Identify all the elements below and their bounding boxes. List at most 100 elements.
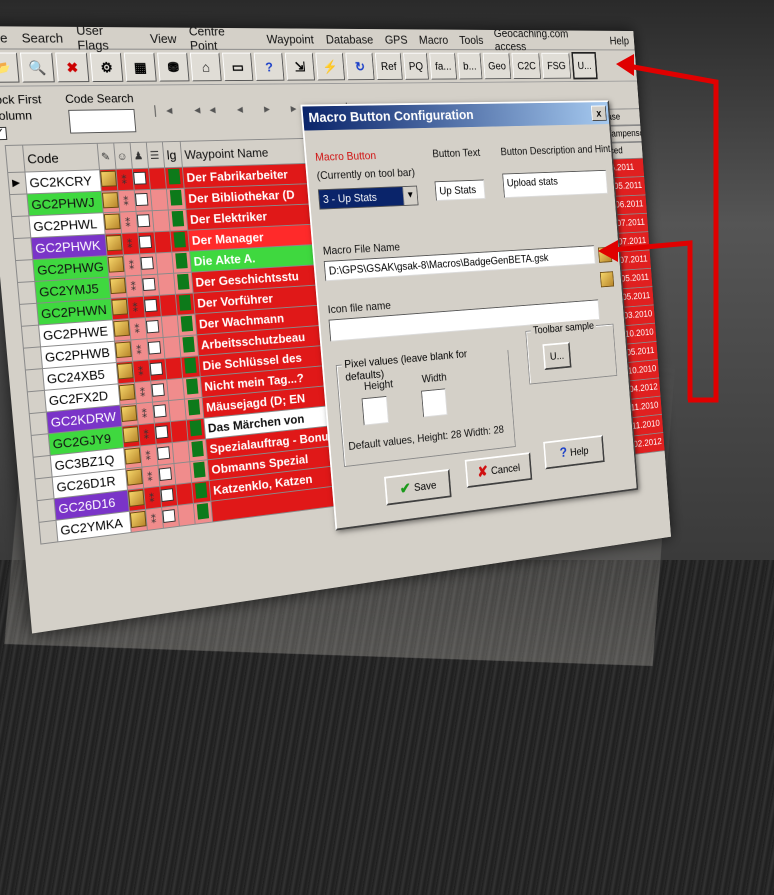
chevron-down-icon[interactable]: ▼	[402, 186, 418, 206]
cell-lg[interactable]	[191, 480, 211, 504]
toolbar-geo-button[interactable]: Geo	[482, 52, 512, 80]
cell-list[interactable]	[170, 420, 189, 443]
cell-list[interactable]	[164, 357, 183, 380]
menu-view[interactable]: View	[143, 31, 184, 46]
column-header-code[interactable]: Code	[22, 143, 100, 173]
width-field[interactable]	[421, 388, 448, 418]
cell-list[interactable]	[177, 503, 196, 527]
menu-waypoint[interactable]: Waypoint	[260, 32, 321, 46]
cell-lg[interactable]	[171, 251, 192, 274]
cell-list[interactable]	[166, 378, 185, 401]
toolbar-upstats-button[interactable]: U...	[571, 51, 598, 80]
cell-list[interactable]	[159, 294, 178, 317]
preview-icon[interactable]: 🔍	[19, 52, 55, 83]
help-icon[interactable]: ?	[253, 52, 285, 81]
cell-note[interactable]	[99, 169, 118, 192]
exit-icon[interactable]: ⇲	[284, 52, 315, 81]
cell-lg[interactable]	[179, 334, 199, 358]
delete-icon[interactable]: ✖	[55, 52, 90, 83]
menu-macro[interactable]: Macro	[413, 33, 455, 47]
menu-gps[interactable]: GPS	[378, 32, 413, 46]
cell-list[interactable]	[173, 461, 192, 485]
cell-found[interactable]: ⁑	[134, 380, 153, 404]
help-button[interactable]: ? Help	[543, 434, 605, 470]
menu-user-flags[interactable]: User Flags	[69, 26, 145, 52]
cell-note[interactable]	[112, 318, 131, 342]
description-field[interactable]: Upload stats	[502, 169, 608, 199]
cell-list[interactable]	[172, 440, 190, 464]
cell-found[interactable]: ⁑	[128, 317, 148, 340]
cell-note[interactable]	[101, 190, 120, 213]
cell-list[interactable]	[155, 252, 174, 275]
home-icon[interactable]: ⌂	[189, 52, 222, 82]
toolbar-fsg-button[interactable]: FSG	[541, 52, 572, 79]
cancel-button[interactable]: ✘ Cancel	[464, 452, 533, 489]
cell-lg[interactable]	[188, 439, 208, 462]
cell-user-flag[interactable]	[159, 484, 178, 508]
cell-found[interactable]: ⁑	[141, 465, 160, 489]
cell-user-flag[interactable]	[147, 337, 165, 360]
menu-geocaching-access[interactable]: Geocaching.com access	[488, 26, 606, 52]
refresh-icon[interactable]: ↻	[345, 52, 375, 81]
cell-note[interactable]	[103, 212, 122, 235]
button-text-field[interactable]: Up Stats	[434, 179, 486, 201]
cell-note[interactable]	[123, 445, 142, 469]
cell-lg[interactable]	[180, 355, 201, 379]
grid-icon[interactable]: ▦	[123, 52, 157, 82]
cell-user-flag[interactable]	[152, 400, 171, 424]
cell-note[interactable]	[127, 488, 146, 512]
cell-found[interactable]: ⁑	[125, 275, 144, 298]
cell-lg[interactable]	[186, 418, 206, 441]
cell-note[interactable]	[108, 276, 128, 299]
cell-found[interactable]: ⁑	[121, 232, 140, 255]
cell-user-flag[interactable]	[141, 274, 160, 297]
cell-code[interactable]: GC2PHWJ	[26, 191, 104, 216]
cell-user-flag[interactable]	[139, 253, 158, 276]
cell-list[interactable]	[157, 273, 176, 296]
cell-found[interactable]: ⁑	[138, 423, 157, 446]
lightning-icon[interactable]: ⚡	[315, 52, 346, 81]
cell-list[interactable]	[161, 315, 180, 338]
column-header-name[interactable]: Waypoint Name	[180, 138, 309, 168]
cell-lg[interactable]	[166, 188, 186, 211]
cell-note[interactable]	[129, 509, 148, 533]
save-button[interactable]: ✔ Save	[384, 468, 452, 506]
code-search-input[interactable]	[68, 108, 137, 134]
cell-user-flag[interactable]	[156, 442, 174, 466]
cell-note[interactable]	[125, 467, 144, 491]
cell-lg[interactable]	[184, 397, 204, 421]
tools-icon[interactable]: ⚙	[89, 52, 124, 83]
cell-list[interactable]	[154, 231, 172, 254]
cell-user-flag[interactable]	[145, 316, 164, 339]
cell-user-flag[interactable]	[148, 358, 167, 381]
cell-code[interactable]: GC2KCRY	[24, 169, 102, 194]
cell-user-flag[interactable]	[132, 168, 151, 191]
menu-help[interactable]: Help	[604, 34, 634, 47]
filter-icon[interactable]: ⛃	[157, 52, 190, 82]
toolbar-pq-button[interactable]: PQ	[402, 52, 429, 80]
cell-lg[interactable]	[173, 272, 194, 295]
cell-lg[interactable]	[182, 376, 203, 400]
menu-database[interactable]: Database	[319, 32, 379, 46]
cell-user-flag[interactable]	[154, 421, 173, 445]
browse-icon-folder-icon[interactable]	[599, 271, 615, 288]
lock-first-checkbox[interactable]: ✓	[0, 126, 8, 141]
cell-user-flag[interactable]	[150, 379, 169, 403]
toolbar-sample-button[interactable]: U...	[542, 341, 572, 371]
cell-list[interactable]	[163, 336, 181, 359]
browse-folder-icon[interactable]	[598, 246, 613, 263]
cell-found[interactable]: ⁑	[132, 359, 151, 383]
cell-user-flag[interactable]	[134, 189, 153, 212]
cell-note[interactable]	[116, 361, 135, 384]
cell-lg[interactable]	[164, 167, 185, 189]
cell-list[interactable]	[152, 210, 171, 232]
toolbar-fa-button[interactable]: fa...	[429, 52, 458, 80]
cell-found[interactable]: ⁑	[140, 444, 158, 468]
cell-found[interactable]: ⁑	[117, 190, 137, 213]
toolbar-c2c-button[interactable]: C2C	[511, 52, 542, 79]
menu-centre-point[interactable]: Centre Point	[182, 26, 262, 52]
toolbar-b-button[interactable]: b...	[457, 52, 483, 80]
window-icon[interactable]: ▭	[222, 52, 254, 82]
cell-note[interactable]	[121, 424, 141, 448]
cell-found[interactable]: ⁑	[130, 338, 149, 362]
